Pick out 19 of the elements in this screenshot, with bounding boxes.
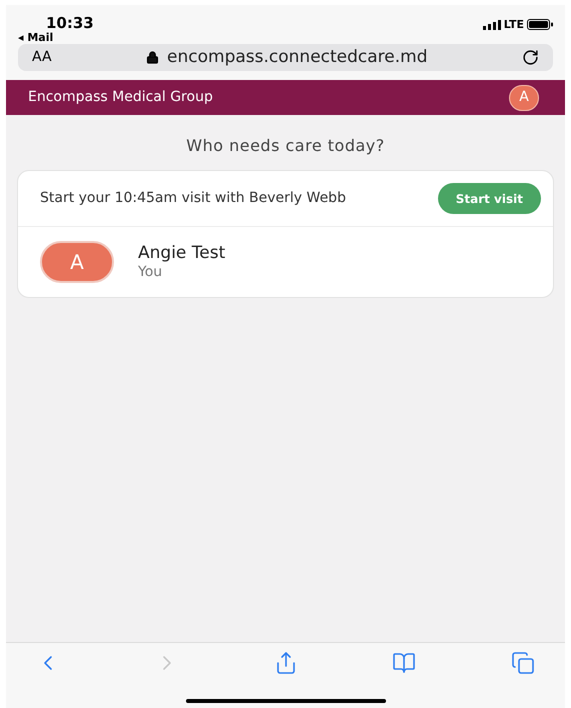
lock-icon [146, 51, 160, 64]
patient-row[interactable]: A Angie Test You [18, 227, 553, 297]
page-heading: Who needs care today? [185, 135, 386, 157]
signal-icon [482, 20, 501, 30]
battery-icon [527, 19, 553, 30]
status-time: 10:33 [45, 16, 94, 31]
network-label: LTE [504, 16, 524, 32]
reader-button[interactable]: AA [32, 47, 52, 68]
back-to-app-link[interactable]: ◂ Mail [18, 32, 94, 43]
visit-message: Start your 10:45am visit with Beverly Webb [40, 190, 347, 207]
patient-name: Angie Test [138, 242, 226, 264]
reload-icon[interactable] [522, 49, 539, 66]
tabs-icon[interactable] [511, 651, 535, 675]
address-bar[interactable]: AA encompass.connectedcare.md [18, 44, 553, 71]
book-icon[interactable] [392, 651, 416, 675]
patient-avatar: A [40, 241, 114, 283]
url-text: encompass.connectedcare.md [167, 46, 428, 69]
app-title: Encompass Medical Group [28, 88, 213, 107]
patient-relation: You [138, 264, 164, 282]
